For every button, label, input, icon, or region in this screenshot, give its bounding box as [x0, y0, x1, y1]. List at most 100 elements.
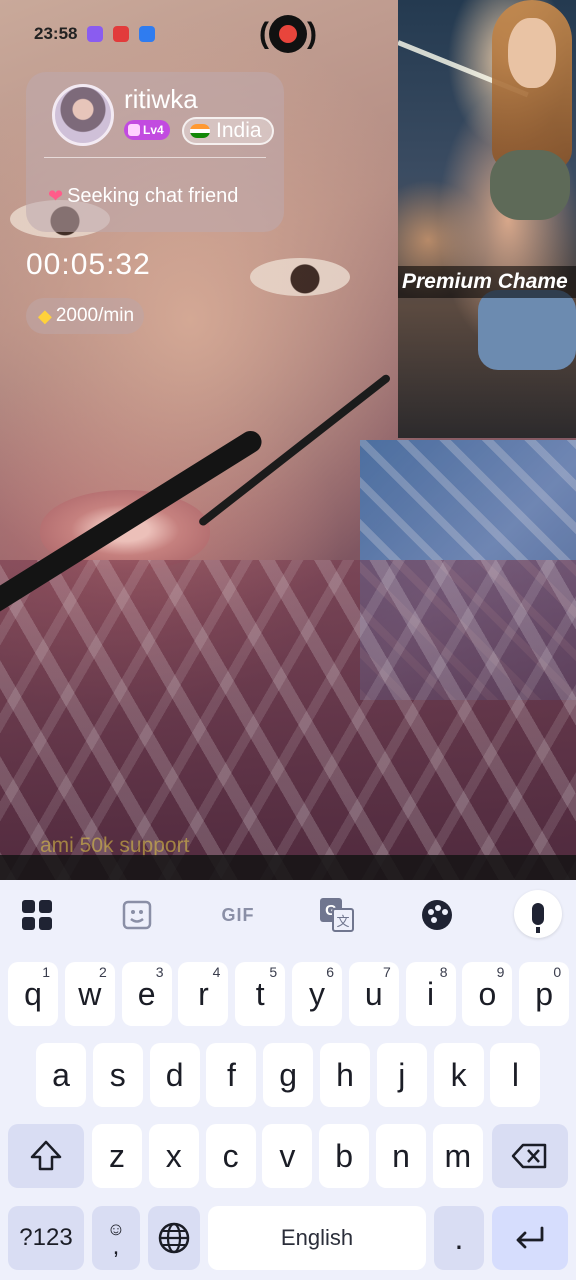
avatar[interactable]: [52, 84, 114, 146]
key-label: r: [198, 975, 209, 1012]
enter-icon: [516, 1226, 544, 1249]
symbols-key[interactable]: ?123: [8, 1206, 84, 1270]
key-label: u: [364, 975, 383, 1012]
level-label: Lv4: [143, 123, 164, 137]
key-g[interactable]: g: [263, 1043, 314, 1107]
key-label: t: [255, 975, 265, 1012]
backspace-icon: [511, 1143, 547, 1169]
record-icon: [269, 15, 307, 53]
key-i[interactable]: i8: [405, 962, 456, 1026]
key-c[interactable]: c: [205, 1124, 256, 1188]
profile-card[interactable]: ritiwka Lv4 India ❤ Seeking chat friend: [26, 72, 284, 232]
key-label: x: [165, 1137, 182, 1174]
key-m[interactable]: m: [432, 1124, 483, 1188]
key-label: y: [309, 975, 325, 1012]
key-hint: 9: [496, 964, 505, 980]
key-k[interactable]: k: [433, 1043, 484, 1107]
card-divider: [44, 157, 266, 158]
key-q[interactable]: q1: [8, 962, 58, 1026]
status-message-text: Seeking chat friend: [67, 185, 239, 207]
gem-icon: [128, 124, 140, 136]
key-label: q: [24, 975, 42, 1012]
key-hint: 0: [553, 964, 562, 980]
key-hint: 6: [326, 964, 334, 980]
key-label: f: [226, 1056, 236, 1093]
key-w[interactable]: w2: [64, 962, 115, 1026]
sticker-icon[interactable]: [116, 894, 158, 936]
apps-grid-icon[interactable]: [16, 894, 58, 936]
key-hint: 2: [99, 964, 107, 980]
key-n[interactable]: n: [376, 1124, 426, 1188]
key-e[interactable]: e3: [121, 962, 172, 1026]
key-hint: 5: [269, 964, 278, 980]
key-a[interactable]: a: [36, 1043, 86, 1107]
key-j[interactable]: j: [376, 1043, 427, 1107]
key-y[interactable]: y6: [292, 962, 342, 1026]
input-strip[interactable]: [0, 855, 576, 880]
key-p[interactable]: p0: [519, 962, 570, 1026]
diamond-icon: ◆: [38, 305, 52, 326]
key-hint: 1: [42, 964, 50, 980]
key-o[interactable]: o9: [462, 962, 513, 1026]
key-l[interactable]: l: [490, 1043, 541, 1107]
key-label: k: [450, 1056, 467, 1093]
username: ritiwka: [124, 84, 198, 114]
key-label: i: [427, 975, 435, 1012]
key-label: v: [279, 1137, 296, 1174]
country-label: India: [216, 119, 262, 142]
record-bracket-right: ): [307, 17, 317, 50]
key-label: b: [335, 1137, 354, 1174]
keyboard-toolbar: GIF G文: [0, 880, 576, 950]
period-key[interactable]: .: [434, 1206, 484, 1270]
emoji-comma-key[interactable]: ☺ ,: [92, 1206, 140, 1270]
theme-palette-icon[interactable]: [416, 894, 458, 936]
shift-icon: [30, 1140, 62, 1171]
youtube-icon: [113, 26, 130, 42]
key-label: m: [444, 1137, 472, 1174]
purple-app-icon: [87, 26, 104, 42]
key-t[interactable]: t5: [235, 962, 286, 1026]
country-badge: India: [182, 117, 274, 145]
key-u[interactable]: u7: [348, 962, 399, 1026]
key-z[interactable]: z: [92, 1124, 142, 1188]
key-v[interactable]: v: [262, 1124, 313, 1188]
ad-panel[interactable]: [398, 0, 576, 438]
key-f[interactable]: f: [206, 1043, 257, 1107]
key-label: e: [137, 975, 156, 1012]
key-s[interactable]: s: [92, 1043, 143, 1107]
key-label: w: [78, 975, 102, 1012]
key-label: o: [478, 975, 497, 1012]
rate-label: 2000/min: [55, 305, 135, 326]
key-label: j: [398, 1056, 406, 1093]
space-key[interactable]: English: [208, 1206, 426, 1270]
key-label: c: [222, 1137, 239, 1174]
level-badge: Lv4: [124, 120, 170, 140]
ad-face: [508, 18, 556, 88]
key-b[interactable]: b: [319, 1124, 370, 1188]
key-label: a: [52, 1056, 70, 1093]
ad-label[interactable]: Premium Chame: [398, 266, 576, 298]
gif-button[interactable]: GIF: [212, 894, 264, 936]
language-key[interactable]: [148, 1206, 200, 1270]
status-message: ❤ Seeking chat friend: [48, 185, 278, 208]
key-x[interactable]: x: [148, 1124, 199, 1188]
shift-key[interactable]: [8, 1124, 84, 1188]
call-timer: 00:05:32: [26, 248, 151, 281]
status-time: 23:58: [34, 24, 78, 43]
translate-icon[interactable]: G文: [316, 894, 358, 936]
key-label: s: [109, 1056, 126, 1093]
key-label: z: [109, 1137, 125, 1174]
ad-top: [490, 150, 570, 220]
key-r[interactable]: r4: [178, 962, 229, 1026]
microphone-icon[interactable]: [514, 890, 562, 938]
rate-pill: ◆ 2000/min: [26, 298, 145, 334]
key-hint: 7: [383, 964, 391, 980]
key-label: d: [165, 1056, 184, 1093]
key-h[interactable]: h: [320, 1043, 370, 1107]
backspace-key[interactable]: [492, 1124, 568, 1188]
key-d[interactable]: d: [149, 1043, 200, 1107]
enter-key[interactable]: [492, 1206, 568, 1270]
record-indicator[interactable]: ( ): [258, 14, 318, 54]
key-hint: 4: [212, 964, 221, 980]
video-shirt: [0, 560, 576, 880]
